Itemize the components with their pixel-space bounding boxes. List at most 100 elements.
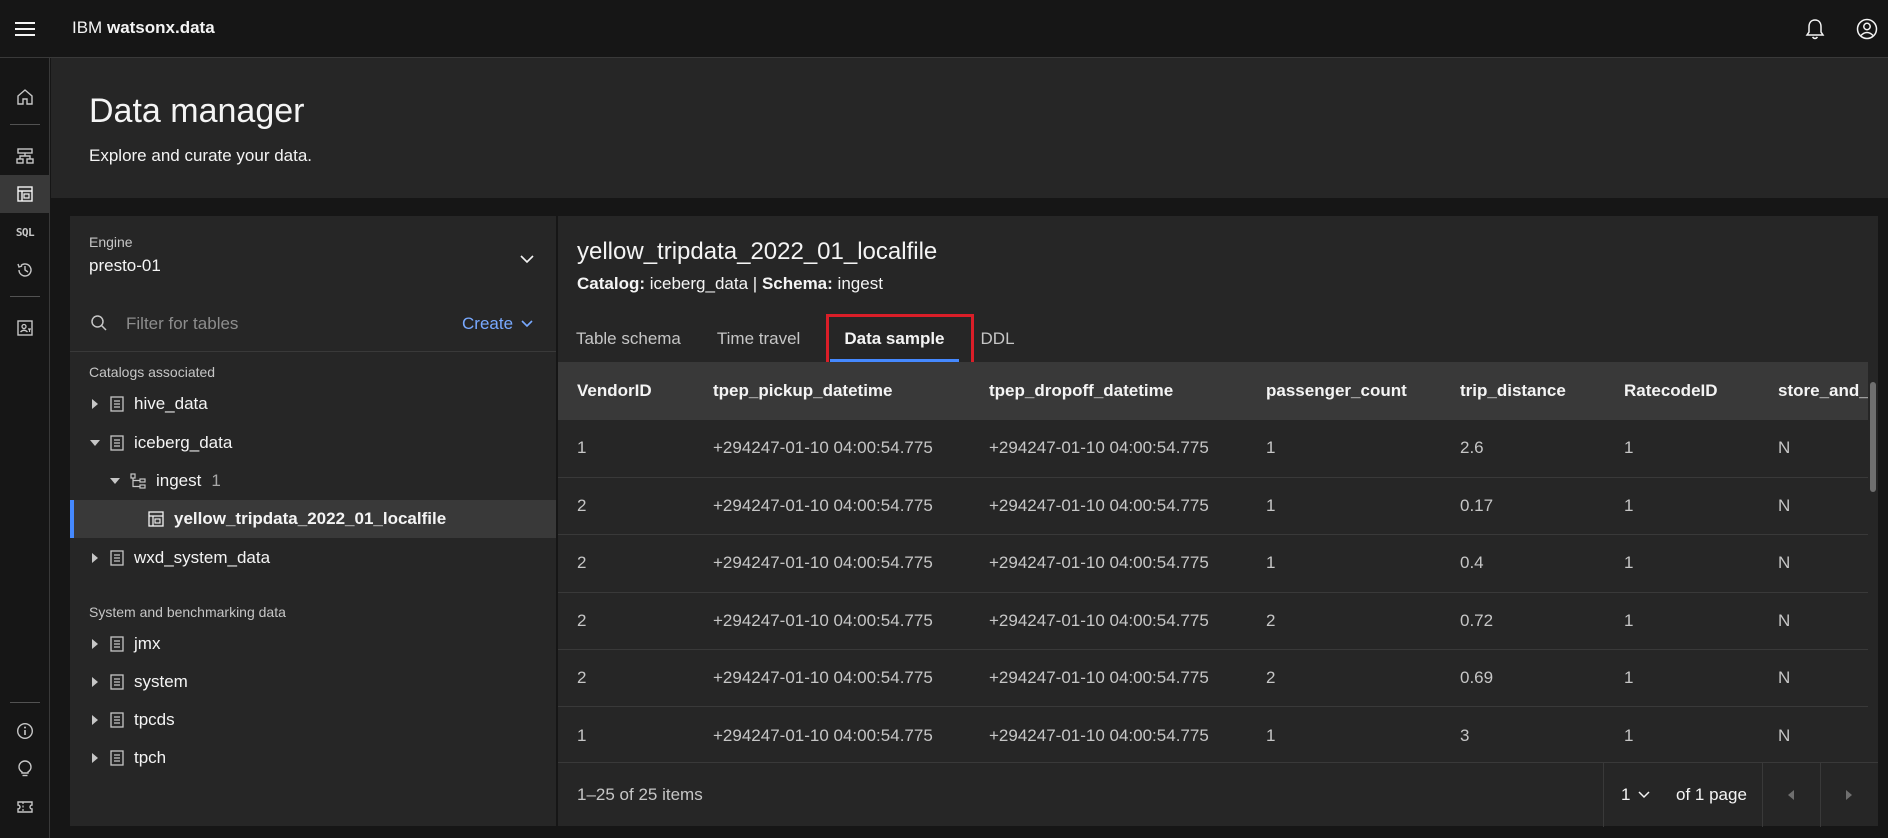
table-icon (148, 511, 164, 527)
tab-time-travel[interactable]: Time travel (699, 318, 818, 362)
tree-item-hive-data[interactable]: hive_data (70, 385, 556, 423)
caret-down-icon[interactable] (110, 476, 120, 486)
table-cell: 0.4 (1441, 534, 1605, 593)
table-cell: 1 (1247, 477, 1441, 536)
schema-icon (130, 473, 146, 489)
table-count: 1 (211, 471, 221, 490)
column-header[interactable]: passenger_count (1247, 362, 1441, 420)
table-cell: 2.6 (1441, 420, 1605, 478)
query-history-icon[interactable] (0, 251, 50, 289)
column-header[interactable]: VendorID (558, 362, 694, 420)
table-cell: 1 (558, 706, 694, 762)
tree-item-yellow-tripdata-table[interactable]: yellow_tripdata_2022_01_localfile (70, 500, 556, 538)
catalog-icon (110, 396, 124, 412)
tab-data-sample[interactable]: Data sample (826, 318, 962, 362)
caret-right-icon[interactable] (90, 553, 100, 563)
tab-table-schema[interactable]: Table schema (558, 318, 699, 362)
engine-dropdown[interactable]: presto-01 (89, 256, 161, 276)
tree-item-iceberg-data[interactable]: iceberg_data (70, 424, 556, 462)
tree-item-wxd-system-data[interactable]: wxd_system_data (70, 539, 556, 577)
tree-item-tpch[interactable]: tpch (70, 739, 556, 777)
access-control-icon[interactable] (0, 309, 50, 347)
page-select[interactable]: 1 (1621, 763, 1650, 827)
tree-item-ingest-schema[interactable]: ingest 1 (70, 462, 556, 500)
table-cell: 1 (1605, 706, 1759, 762)
table-cell: 3 (1441, 706, 1605, 762)
table-cell: +294247-01-10 04:00:54.775 (970, 649, 1247, 708)
table-details-panel: yellow_tripdata_2022_01_localfile Catalo… (558, 216, 1878, 827)
system-heading: System and benchmarking data (89, 604, 286, 620)
info-icon[interactable] (0, 712, 50, 750)
column-header[interactable]: trip_distance (1441, 362, 1605, 420)
app-brand[interactable]: IBM watsonx.data (72, 0, 215, 58)
previous-page-button[interactable] (1762, 763, 1820, 827)
tree-item-jmx[interactable]: jmx (70, 625, 556, 663)
column-header[interactable]: store_and_fwd_flag (1759, 362, 1878, 420)
notification-icon[interactable] (1798, 12, 1832, 46)
next-page-button[interactable] (1820, 763, 1878, 827)
filter-tables-input[interactable] (126, 308, 426, 340)
home-icon[interactable] (0, 78, 50, 116)
table-cell: N (1759, 592, 1878, 651)
caret-right-icon[interactable] (90, 639, 100, 649)
caret-right-icon[interactable] (90, 677, 100, 687)
column-header[interactable]: tpep_pickup_datetime (694, 362, 970, 420)
page-header: Data manager Explore and curate your dat… (51, 58, 1888, 198)
caret-right-icon[interactable] (90, 715, 100, 725)
column-header[interactable]: tpep_dropoff_datetime (970, 362, 1247, 420)
tree-item-system[interactable]: system (70, 663, 556, 701)
table-row: 2 +294247-01-10 04:00:54.775 +294247-01-10… (558, 649, 1878, 708)
menu-icon[interactable] (0, 0, 50, 58)
page-subtitle: Explore and curate your data. (89, 146, 313, 165)
table-metadata: Catalog: iceberg_data | Schema: ingest (577, 274, 883, 294)
create-button[interactable]: Create (462, 308, 533, 340)
table-cell: +294247-01-10 04:00:54.775 (970, 534, 1247, 593)
table-cell: +294247-01-10 04:00:54.775 (970, 477, 1247, 536)
brand-name: watsonx.data (106, 18, 215, 37)
pagination-bar: 1–25 of 25 items 1 of 1 page (558, 762, 1878, 827)
caret-down-icon[interactable] (90, 438, 100, 448)
ticket-icon[interactable] (0, 788, 50, 826)
vertical-scrollbar[interactable] (1868, 362, 1878, 762)
catalog-icon (110, 636, 124, 652)
table-cell: +294247-01-10 04:00:54.775 (694, 534, 970, 593)
table-cell: N (1759, 649, 1878, 708)
table-cell: +294247-01-10 04:00:54.775 (970, 592, 1247, 651)
query-workspace-icon[interactable]: SQL (0, 213, 50, 251)
table-row: 2 +294247-01-10 04:00:54.775 +294247-01-10… (558, 592, 1878, 651)
data-manager-icon[interactable] (0, 175, 50, 213)
table-search: Create (70, 296, 556, 352)
column-header[interactable]: RatecodeID (1605, 362, 1759, 420)
table-cell: 1 (1247, 420, 1441, 478)
scrollbar-thumb[interactable] (1870, 382, 1876, 492)
tree-item-label: system (134, 672, 188, 691)
table-header-row: VendorID tpep_pickup_datetime tpep_dropo… (558, 362, 1878, 420)
table-cell: 0.17 (1441, 477, 1605, 536)
user-avatar-icon[interactable] (1850, 12, 1884, 46)
tree-item-label: ingest (156, 471, 202, 490)
table-title: yellow_tripdata_2022_01_localfile (577, 238, 938, 265)
catalogs-heading: Catalogs associated (89, 364, 216, 380)
catalog-label: Catalog: (577, 274, 645, 293)
tab-ddl[interactable]: DDL (963, 318, 1033, 362)
lightbulb-icon[interactable] (0, 750, 50, 788)
rail-divider (10, 702, 40, 703)
table-cell: 2 (1247, 649, 1441, 708)
table-cell: 2 (558, 477, 694, 536)
items-range: 1–25 of 25 items (577, 785, 703, 804)
tree-item-tpcds[interactable]: tpcds (70, 701, 556, 739)
table-cell: 1 (1247, 534, 1441, 593)
pager-divider (1603, 763, 1604, 827)
create-label: Create (462, 314, 514, 333)
caret-right-icon[interactable] (90, 753, 100, 763)
table-cell: +294247-01-10 04:00:54.775 (694, 706, 970, 762)
table-cell: 1 (1605, 477, 1759, 536)
infrastructure-icon[interactable] (0, 137, 50, 175)
caret-right-icon[interactable] (90, 399, 100, 409)
rail-divider (10, 296, 40, 297)
tree-item-label: hive_data (134, 394, 208, 413)
chevron-down-icon (521, 320, 533, 328)
table-cell: +294247-01-10 04:00:54.775 (970, 706, 1247, 762)
table-row: 1 +294247-01-10 04:00:54.775 +294247-01-10… (558, 706, 1878, 762)
chevron-down-icon[interactable] (520, 254, 534, 264)
